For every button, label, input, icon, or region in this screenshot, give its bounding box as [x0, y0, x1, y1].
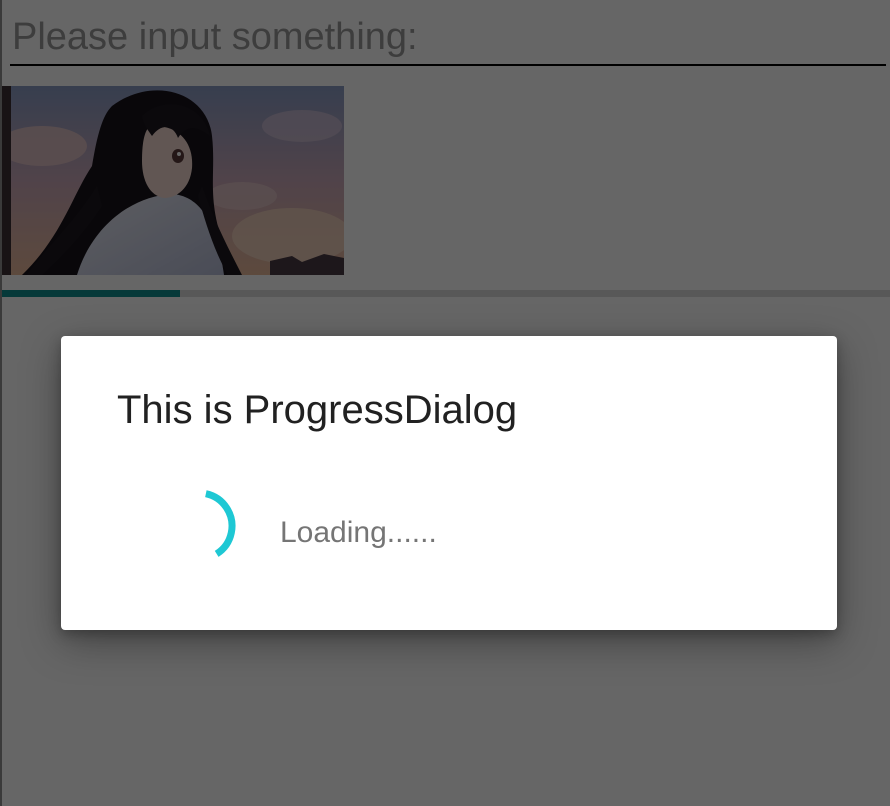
loading-spinner-icon	[162, 489, 236, 563]
dialog-message: Loading......	[280, 516, 437, 549]
screen-edge-divider	[0, 0, 2, 806]
dialog-title: This is ProgressDialog	[117, 388, 518, 432]
app-screen: This is ProgressDialog Loading......	[0, 0, 890, 806]
progress-dialog: This is ProgressDialog Loading......	[61, 336, 837, 630]
